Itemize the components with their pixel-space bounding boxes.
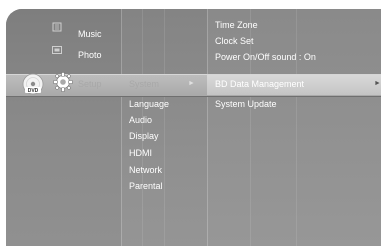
category-item-display[interactable]: Display [129,131,159,142]
submenu-arrow-icon: ► [374,80,381,87]
option-clock-set[interactable]: Clock Set [215,36,254,47]
dvd-label: DVD [28,88,39,94]
setup-menu-panel [6,9,381,246]
gear-icon [52,71,74,93]
column-divider [142,9,143,246]
menu-item-photo[interactable]: Photo [78,50,102,61]
option-bd-data-management[interactable]: BD Data Management [215,79,304,90]
menu-item-music[interactable]: Music [78,29,102,40]
option-time-zone[interactable]: Time Zone [215,20,258,31]
option-system-update[interactable]: System Update [215,99,277,110]
category-item-parental[interactable]: Parental [129,181,163,192]
photo-icon [52,42,62,54]
dvd-disc-icon: DVD [22,73,44,95]
column-divider [164,9,165,246]
column-divider [296,9,297,246]
menu-item-setup[interactable]: Setup [78,79,102,90]
music-icon [52,19,62,32]
category-item-audio[interactable]: Audio [129,115,152,126]
tv-screen-frame: Music Photo DVD Setup System ► Language … [0,0,381,246]
category-item-system[interactable]: System [129,79,159,90]
category-item-network[interactable]: Network [129,165,162,176]
option-power-sound[interactable]: Power On/Off sound : On [215,52,316,63]
main-menu-column [6,9,121,246]
submenu-arrow-icon: ► [188,80,195,87]
category-item-language[interactable]: Language [129,99,169,110]
category-item-hdmi[interactable]: HDMI [129,148,152,159]
